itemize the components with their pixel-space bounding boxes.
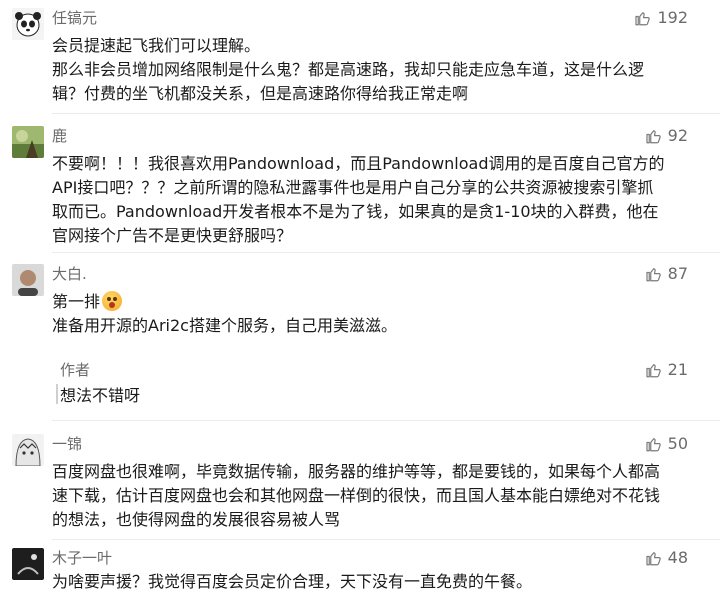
avatar[interactable] — [12, 8, 44, 40]
comment-line: 那么非会员增加网络限制是什么鬼？都是高速路，我却只能走应急车道，这是什么逻 — [52, 60, 645, 79]
comment-line: 辑？付费的坐飞机都没关系，但是高速路你得给我正常走啊 — [52, 84, 469, 103]
divider — [52, 420, 720, 421]
like-button[interactable]: 92 — [644, 126, 688, 146]
reply-quote-bar — [56, 384, 58, 404]
avatar[interactable] — [12, 264, 44, 296]
comment-line: 第一排 — [52, 290, 692, 314]
like-button[interactable]: 87 — [644, 264, 688, 284]
comment-item: 大白. 87 第一排 准备用开源的Ari2c搭建个服务，自己用美滋滋。 作者 2… — [0, 264, 720, 414]
thumbs-up-icon — [635, 12, 651, 26]
reply-author[interactable]: 作者 — [60, 360, 90, 380]
divider — [52, 113, 720, 114]
like-count: 87 — [667, 264, 688, 283]
like-count: 21 — [667, 360, 688, 379]
dark-avatar-icon — [12, 548, 44, 580]
comment-author[interactable]: 任镐元 — [52, 8, 97, 28]
divider — [52, 539, 720, 540]
comment-text: 为啥要声援？我觉得百度会员定价合理，天下没有一直免费的午餐。 — [52, 570, 692, 594]
comment-line: 取而已。Pandownload开发者根本不是为了钱，如果真的是贪1-10块的入群… — [52, 202, 659, 221]
surprised-emoji-icon — [102, 291, 123, 311]
thumbs-up-icon — [646, 130, 661, 144]
comment-author[interactable]: 一锦 — [52, 434, 82, 454]
panda-avatar-icon — [12, 8, 44, 40]
comment-text: 百度网盘也很难啊，毕竟数据传输，服务器的维护等等，都是要钱的，如果每个人都高 速… — [52, 460, 692, 532]
comment-line: API接口吧？？？之前所谓的隐私泄露事件也是用户自己分享的公共资源被搜索引擎抓 — [52, 178, 654, 197]
comment-line: 准备用开源的Ari2c搭建个服务，自己用美滋滋。 — [52, 316, 397, 335]
like-button[interactable]: 192 — [633, 8, 688, 28]
divider — [52, 252, 720, 253]
like-count: 48 — [667, 548, 688, 567]
thumbs-up-icon — [646, 268, 661, 282]
avatar[interactable] — [12, 548, 44, 580]
comment-line: 为啥要声援？我觉得百度会员定价合理，天下没有一直免费的午餐。 — [52, 572, 533, 591]
comment-author[interactable]: 木子一叶 — [52, 548, 112, 568]
thumbs-up-icon — [646, 364, 661, 378]
comment-item: 鹿 92 不要啊！！！我很喜欢用Pandownload，而且Pandownloa… — [0, 126, 720, 246]
like-button[interactable]: 48 — [644, 548, 688, 568]
comment-line: 会员提速起飞我们可以理解。 — [52, 36, 261, 55]
comment-author[interactable]: 鹿 — [52, 126, 67, 146]
comment-line: 的想法，也使得网盘的发展很容易被人骂 — [52, 510, 341, 529]
comment-line-text: 第一排 — [52, 292, 101, 311]
reply-text: 想法不错呀 — [60, 386, 141, 405]
comment-line: 官网接个广告不是更快更舒服吗？ — [52, 226, 293, 245]
like-count: 92 — [667, 126, 688, 145]
avatar[interactable] — [12, 434, 44, 466]
avatar[interactable] — [12, 126, 44, 158]
comment-item: 一锦 50 百度网盘也很难啊，毕竟数据传输，服务器的维护等等，都是要钱的，如果每… — [0, 434, 720, 534]
comment-item: 任镐元 192 会员提速起飞我们可以理解。 那么非会员增加网络限制是什么鬼？都是… — [0, 8, 720, 108]
like-button[interactable]: 50 — [644, 434, 688, 454]
like-count: 192 — [657, 8, 688, 27]
comment-text: 第一排 准备用开源的Ari2c搭建个服务，自己用美滋滋。 — [52, 290, 692, 338]
comment-item: 木子一叶 48 为啥要声援？我觉得百度会员定价合理，天下没有一直免费的午餐。 — [0, 548, 720, 599]
anime-avatar-icon — [12, 434, 44, 466]
reply-item: 作者 21 想法不错呀 — [52, 360, 720, 410]
comment-line: 不要啊！！！我很喜欢用Pandownload，而且Pandownload调用的是… — [52, 154, 665, 173]
thumbs-up-icon — [646, 438, 661, 452]
comment-author[interactable]: 大白. — [52, 264, 87, 284]
comment-text: 不要啊！！！我很喜欢用Pandownload，而且Pandownload调用的是… — [52, 152, 692, 248]
like-button[interactable]: 21 — [644, 360, 688, 380]
comment-line: 速下载，估计百度网盘也会和其他网盘一样倒的很快，而且国人基本能白嫖绝对不花钱 — [52, 486, 661, 505]
comment-feed: 任镐元 192 会员提速起飞我们可以理解。 那么非会员增加网络限制是什么鬼？都是… — [0, 0, 720, 599]
thumbs-up-icon — [646, 552, 661, 566]
like-count: 50 — [667, 434, 688, 453]
comment-text: 会员提速起飞我们可以理解。 那么非会员增加网络限制是什么鬼？都是高速路，我却只能… — [52, 34, 692, 106]
person-avatar-icon — [12, 264, 44, 296]
landscape-avatar-icon — [12, 126, 44, 158]
comment-line: 百度网盘也很难啊，毕竟数据传输，服务器的维护等等，都是要钱的，如果每个人都高 — [52, 462, 661, 481]
